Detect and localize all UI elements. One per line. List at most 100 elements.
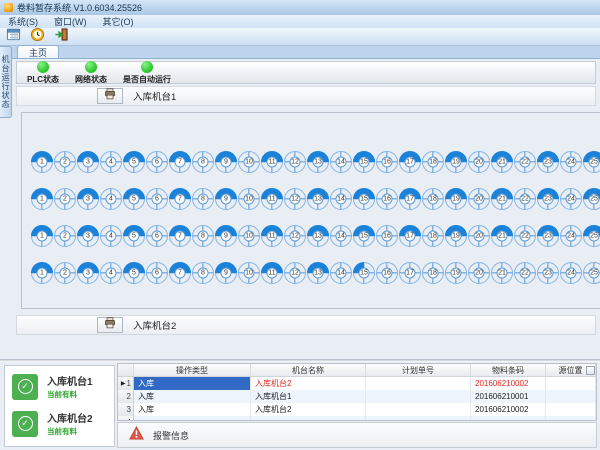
table-cell[interactable]: 入库 bbox=[134, 403, 251, 416]
slot-number: 19 bbox=[451, 268, 462, 279]
table-cell[interactable] bbox=[366, 416, 471, 421]
menu-item[interactable]: 其它(O) bbox=[103, 15, 134, 28]
slot-number: 2 bbox=[60, 157, 71, 168]
slot-number: 7 bbox=[175, 157, 186, 168]
table-cell[interactable]: 入库 bbox=[134, 390, 251, 403]
exit-button[interactable] bbox=[53, 29, 70, 45]
table-cell[interactable] bbox=[251, 416, 366, 421]
grid-body: ▶1入库入库机台22016062100022入库入库机台120160621000… bbox=[118, 377, 596, 421]
table-cell[interactable] bbox=[366, 390, 471, 403]
coil-slot: 14 bbox=[330, 262, 352, 284]
slot-number: 24 bbox=[566, 268, 577, 279]
slot-number: 13 bbox=[313, 157, 324, 168]
coil-slot: 7 bbox=[169, 262, 191, 284]
coil-slot: 25 bbox=[583, 262, 600, 284]
slot-number: 19 bbox=[451, 194, 462, 205]
machine-status-card: ✓入库机台2当前有料 bbox=[8, 405, 111, 442]
grid-column-header[interactable]: 计划单号 bbox=[366, 364, 471, 376]
coil-slot: 13 bbox=[307, 188, 329, 210]
table-cell[interactable] bbox=[546, 390, 596, 403]
tab-home[interactable]: 主页 bbox=[17, 45, 59, 59]
slot-number: 9 bbox=[221, 157, 232, 168]
grid-column-header[interactable]: 物料条码 bbox=[471, 364, 546, 376]
table-cell[interactable]: 入库机台1 bbox=[251, 390, 366, 403]
coil-slot: 25 bbox=[583, 188, 600, 210]
alarm-label: 报警信息 bbox=[153, 429, 189, 442]
coil-slot: 6 bbox=[146, 188, 168, 210]
coil-slot: 14 bbox=[330, 188, 352, 210]
table-cell[interactable] bbox=[134, 416, 251, 421]
table-cell[interactable] bbox=[471, 416, 546, 421]
table-cell[interactable]: 入库机台2 bbox=[251, 403, 366, 416]
coil-slot: 17 bbox=[399, 225, 421, 247]
column-chooser-icon[interactable] bbox=[586, 366, 595, 375]
slot-number: 1 bbox=[37, 194, 48, 205]
coil-slot: 4 bbox=[100, 225, 122, 247]
coil-slot: 2 bbox=[54, 188, 76, 210]
table-cell[interactable] bbox=[366, 403, 471, 416]
bottom-splitter[interactable] bbox=[0, 359, 600, 362]
side-panel-tab[interactable]: 机台运行状态 bbox=[0, 46, 12, 118]
row-header-cell: 3 bbox=[118, 403, 134, 416]
coil-slot: 7 bbox=[169, 188, 191, 210]
coil-slot: 7 bbox=[169, 225, 191, 247]
row-header-cell: 4 bbox=[118, 416, 134, 421]
table-cell[interactable]: 201606210002 bbox=[471, 403, 546, 416]
coil-slot: 3 bbox=[77, 151, 99, 173]
table-cell[interactable] bbox=[546, 377, 596, 390]
coil-slot: 21 bbox=[491, 262, 513, 284]
calendar-button[interactable] bbox=[5, 29, 22, 45]
table-cell[interactable]: 201606210002 bbox=[471, 377, 546, 390]
slot-number: 21 bbox=[497, 194, 508, 205]
slot-number: 18 bbox=[428, 157, 439, 168]
machine1-button[interactable] bbox=[97, 88, 123, 104]
coil-slot: 22 bbox=[514, 262, 536, 284]
machine2-button[interactable] bbox=[97, 317, 123, 333]
slot-number: 6 bbox=[152, 231, 163, 242]
exit-icon bbox=[54, 27, 69, 47]
slot-number: 23 bbox=[543, 268, 554, 279]
coil-slot: 19 bbox=[445, 262, 467, 284]
slot-number: 24 bbox=[566, 231, 577, 242]
grid-column-header[interactable]: 机台名称 bbox=[251, 364, 366, 376]
table-cell[interactable]: 入库 bbox=[134, 377, 251, 390]
coil-slot: 18 bbox=[422, 188, 444, 210]
slot-number: 15 bbox=[359, 157, 370, 168]
slot-number: 14 bbox=[336, 231, 347, 242]
coil-slot: 1 bbox=[31, 225, 53, 247]
table-cell[interactable] bbox=[366, 377, 471, 390]
slot-number: 21 bbox=[497, 231, 508, 242]
coil-slot: 16 bbox=[376, 262, 398, 284]
slot-number: 6 bbox=[152, 194, 163, 205]
coil-slot: 1 bbox=[31, 188, 53, 210]
slot-number: 22 bbox=[520, 157, 531, 168]
slot-number: 3 bbox=[83, 231, 94, 242]
coil-slot: 5 bbox=[123, 262, 145, 284]
slot-number: 9 bbox=[221, 194, 232, 205]
slot-row: 1234567891011121314151617181920212223242… bbox=[31, 188, 600, 210]
coil-slot: 12 bbox=[284, 262, 306, 284]
table-cell[interactable]: 入库机台2 bbox=[251, 377, 366, 390]
table-row[interactable]: 4 bbox=[118, 416, 596, 421]
grid-column-header[interactable]: 操作类型 bbox=[134, 364, 251, 376]
coil-slot: 5 bbox=[123, 151, 145, 173]
coil-slot: 6 bbox=[146, 262, 168, 284]
slot-number: 3 bbox=[83, 194, 94, 205]
table-row[interactable]: 2入库入库机台1201606210001 bbox=[118, 390, 596, 403]
slot-number: 20 bbox=[474, 157, 485, 168]
table-row[interactable]: ▶1入库入库机台2201606210002 bbox=[118, 377, 596, 390]
coil-slot: 20 bbox=[468, 225, 490, 247]
coil-slot: 4 bbox=[100, 151, 122, 173]
coil-slot: 24 bbox=[560, 151, 582, 173]
slot-number: 13 bbox=[313, 268, 324, 279]
table-cell[interactable]: 201606210001 bbox=[471, 390, 546, 403]
slot-number: 20 bbox=[474, 231, 485, 242]
table-row[interactable]: 3入库入库机台2 201606210002 bbox=[118, 403, 596, 416]
card-texts: 入库机台2当前有料 bbox=[47, 410, 93, 437]
grid-corner-cell bbox=[118, 364, 134, 376]
slot-number: 25 bbox=[589, 231, 600, 242]
clock-button[interactable] bbox=[29, 29, 46, 45]
table-cell[interactable] bbox=[546, 403, 596, 416]
slot-number: 22 bbox=[520, 194, 531, 205]
table-cell[interactable] bbox=[546, 416, 596, 421]
